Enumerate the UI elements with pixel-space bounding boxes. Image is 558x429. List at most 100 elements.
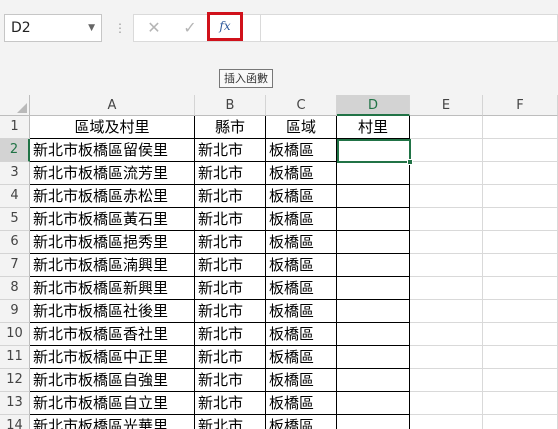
cell-f8[interactable] [483, 277, 558, 300]
cell-a2[interactable]: 新北市板橋區留侯里 [30, 139, 195, 162]
cell-a3[interactable]: 新北市板橋區流芳里 [30, 162, 195, 185]
column-header-d[interactable]: D [337, 95, 410, 116]
enter-icon[interactable]: ✓ [172, 15, 208, 41]
row-header-13[interactable]: 13 [0, 392, 30, 415]
cell-d3[interactable] [337, 162, 410, 185]
fill-handle[interactable] [407, 159, 413, 165]
cell-d7[interactable] [337, 254, 410, 277]
cell-f9[interactable] [483, 300, 558, 323]
cell-d11[interactable] [337, 346, 410, 369]
cell-b13[interactable]: 新北市 [195, 392, 266, 415]
cell-a1[interactable]: 區域及村里 [30, 116, 195, 139]
cell-e9[interactable] [410, 300, 483, 323]
cell-a9[interactable]: 新北市板橋區社後里 [30, 300, 195, 323]
insert-function-button[interactable]: fx [207, 12, 243, 41]
cell-d9[interactable] [337, 300, 410, 323]
cell-c7[interactable]: 板橋區 [266, 254, 337, 277]
cancel-icon[interactable]: ✕ [136, 15, 172, 41]
cell-f3[interactable] [483, 162, 558, 185]
column-header-b[interactable]: B [195, 95, 266, 116]
cell-c12[interactable]: 板橋區 [266, 369, 337, 392]
cell-e4[interactable] [410, 185, 483, 208]
cell-b12[interactable]: 新北市 [195, 369, 266, 392]
select-all-corner[interactable] [0, 95, 30, 116]
cell-b5[interactable]: 新北市 [195, 208, 266, 231]
cell-f4[interactable] [483, 185, 558, 208]
formula-bar-grip-icon[interactable]: ⋮ [114, 18, 126, 38]
cell-d10[interactable] [337, 323, 410, 346]
cell-b10[interactable]: 新北市 [195, 323, 266, 346]
row-header-12[interactable]: 12 [0, 369, 30, 392]
cell-c8[interactable]: 板橋區 [266, 277, 337, 300]
cell-d1[interactable]: 村里 [337, 116, 410, 139]
cell-b4[interactable]: 新北市 [195, 185, 266, 208]
cell-b6[interactable]: 新北市 [195, 231, 266, 254]
row-header-9[interactable]: 9 [0, 300, 30, 323]
cell-f6[interactable] [483, 231, 558, 254]
cell-b7[interactable]: 新北市 [195, 254, 266, 277]
cell-b11[interactable]: 新北市 [195, 346, 266, 369]
cell-c14[interactable]: 板橋區 [266, 415, 337, 429]
cell-b2[interactable]: 新北市 [195, 139, 266, 162]
cell-c13[interactable]: 板橋區 [266, 392, 337, 415]
cell-c10[interactable]: 板橋區 [266, 323, 337, 346]
cell-f1[interactable] [483, 116, 558, 139]
cell-c3[interactable]: 板橋區 [266, 162, 337, 185]
row-header-7[interactable]: 7 [0, 254, 30, 277]
cell-f12[interactable] [483, 369, 558, 392]
cell-c5[interactable]: 板橋區 [266, 208, 337, 231]
cell-e14[interactable] [410, 415, 483, 429]
column-header-a[interactable]: A [30, 95, 195, 116]
cell-f2[interactable] [483, 139, 558, 162]
row-header-10[interactable]: 10 [0, 323, 30, 346]
cell-a6[interactable]: 新北市板橋區挹秀里 [30, 231, 195, 254]
cell-f10[interactable] [483, 323, 558, 346]
cell-f14[interactable] [483, 415, 558, 429]
name-box[interactable]: D2 ▼ [4, 14, 102, 42]
formula-input[interactable] [261, 14, 558, 42]
cell-d13[interactable] [337, 392, 410, 415]
cell-e13[interactable] [410, 392, 483, 415]
column-header-c[interactable]: C [266, 95, 337, 116]
cell-a4[interactable]: 新北市板橋區赤松里 [30, 185, 195, 208]
row-header-6[interactable]: 6 [0, 231, 30, 254]
cell-a12[interactable]: 新北市板橋區自強里 [30, 369, 195, 392]
cell-e12[interactable] [410, 369, 483, 392]
cell-b3[interactable]: 新北市 [195, 162, 266, 185]
cell-e1[interactable] [410, 116, 483, 139]
row-header-4[interactable]: 4 [0, 185, 30, 208]
row-header-2[interactable]: 2 [0, 139, 30, 162]
cell-e10[interactable] [410, 323, 483, 346]
cell-e5[interactable] [410, 208, 483, 231]
cell-b14[interactable]: 新北市 [195, 415, 266, 429]
cell-e6[interactable] [410, 231, 483, 254]
row-header-14[interactable]: 14 [0, 415, 30, 429]
cell-a11[interactable]: 新北市板橋區中正里 [30, 346, 195, 369]
cell-b8[interactable]: 新北市 [195, 277, 266, 300]
cell-c4[interactable]: 板橋區 [266, 185, 337, 208]
cell-e11[interactable] [410, 346, 483, 369]
cell-d2[interactable] [337, 139, 410, 162]
row-header-8[interactable]: 8 [0, 277, 30, 300]
cell-a7[interactable]: 新北市板橋區湳興里 [30, 254, 195, 277]
spreadsheet-grid[interactable]: A B C D E F 1 區域及村里 縣市 區域 村里 2 新北市板橋區留侯里 新北市 板橋區 3 新北市板橋… [0, 95, 558, 429]
cell-a14[interactable]: 新北市板橋區光華里 [30, 415, 195, 429]
row-header-3[interactable]: 3 [0, 162, 30, 185]
cell-d14[interactable] [337, 415, 410, 429]
name-box-dropdown-icon[interactable]: ▼ [88, 15, 95, 41]
cell-e2[interactable] [410, 139, 483, 162]
cell-a8[interactable]: 新北市板橋區新興里 [30, 277, 195, 300]
cell-e8[interactable] [410, 277, 483, 300]
cell-c6[interactable]: 板橋區 [266, 231, 337, 254]
row-header-1[interactable]: 1 [0, 116, 30, 139]
cell-c2[interactable]: 板橋區 [266, 139, 337, 162]
cell-c1[interactable]: 區域 [266, 116, 337, 139]
cell-b1[interactable]: 縣市 [195, 116, 266, 139]
cell-a5[interactable]: 新北市板橋區黃石里 [30, 208, 195, 231]
column-header-f[interactable]: F [483, 95, 558, 116]
cell-f11[interactable] [483, 346, 558, 369]
cell-f13[interactable] [483, 392, 558, 415]
cell-d5[interactable] [337, 208, 410, 231]
cell-f5[interactable] [483, 208, 558, 231]
cell-f7[interactable] [483, 254, 558, 277]
